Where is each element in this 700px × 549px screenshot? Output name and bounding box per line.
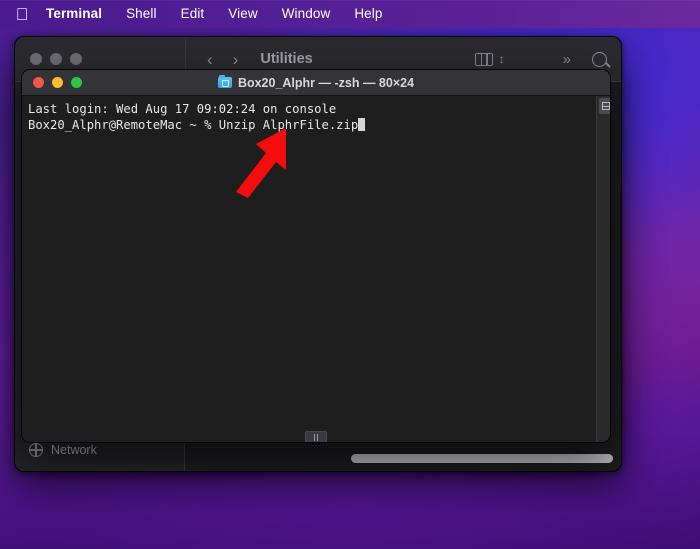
menu-item-help[interactable]: Help: [342, 4, 394, 24]
terminal-titlebar[interactable]: Box20_Alphr — -zsh — 80×24: [22, 70, 610, 96]
menu-item-window[interactable]: Window: [270, 4, 343, 24]
toolbar-overflow-icon[interactable]: »: [563, 51, 571, 68]
terminal-window-title: Box20_Alphr — -zsh — 80×24: [237, 75, 415, 90]
terminal-line-prompt: Box20_Alphr@RemoteMac ~ % Unzip AlphrFil…: [28, 117, 610, 134]
finder-toolbar-right: ↕ »: [474, 51, 621, 68]
terminal-window[interactable]: Box20_Alphr — -zsh — 80×24 Last login: W…: [22, 70, 610, 442]
sidebar-item-network[interactable]: Network: [15, 439, 184, 461]
annotation-arrow: [236, 128, 286, 198]
finder-minimize-button[interactable]: [50, 53, 62, 65]
terminal-resize-grip[interactable]: [305, 431, 327, 442]
folder-icon: [217, 75, 232, 88]
chevron-up-down-icon[interactable]: ↕: [499, 53, 505, 65]
finder-maximize-button[interactable]: [70, 53, 82, 65]
terminal-minimize-button[interactable]: [52, 77, 63, 88]
apple-menu-icon[interactable]: : [10, 0, 34, 28]
column-view-icon[interactable]: [474, 52, 493, 66]
terminal-scrollbar[interactable]: [596, 96, 610, 442]
terminal-scrollbar-grip[interactable]: [599, 98, 610, 114]
globe-icon: [28, 442, 43, 457]
menu-bar:  Terminal Shell Edit View Window Help: [0, 0, 700, 28]
scrollbar-thumb[interactable]: [351, 454, 613, 463]
terminal-maximize-button[interactable]: [71, 77, 82, 88]
terminal-line-login: Last login: Wed Aug 17 09:02:24 on conso…: [28, 102, 337, 116]
finder-close-button[interactable]: [30, 53, 42, 65]
back-chevron-icon[interactable]: ‹: [207, 51, 213, 68]
menu-item-view[interactable]: View: [216, 4, 269, 24]
menu-item-terminal[interactable]: Terminal: [34, 4, 114, 24]
terminal-close-button[interactable]: [33, 77, 44, 88]
finder-nav-buttons: ‹ ›: [207, 51, 238, 68]
finder-window-title: Utilities: [260, 51, 313, 67]
finder-traffic-lights[interactable]: [15, 53, 185, 65]
block-cursor: [358, 117, 366, 131]
forward-chevron-icon[interactable]: ›: [233, 51, 239, 68]
search-icon[interactable]: [592, 51, 607, 67]
terminal-traffic-lights[interactable]: [22, 77, 82, 88]
terminal-title-group: Box20_Alphr — -zsh — 80×24: [22, 75, 610, 90]
terminal-command-text: Box20_Alphr@RemoteMac ~ % Unzip AlphrFil…: [28, 117, 359, 132]
menu-item-edit[interactable]: Edit: [169, 4, 217, 24]
finder-horizontal-scrollbar[interactable]: [191, 454, 613, 463]
sidebar-item-label: Network: [51, 443, 97, 457]
terminal-output-area[interactable]: Last login: Wed Aug 17 09:02:24 on conso…: [22, 96, 610, 442]
menu-item-shell[interactable]: Shell: [114, 4, 169, 24]
